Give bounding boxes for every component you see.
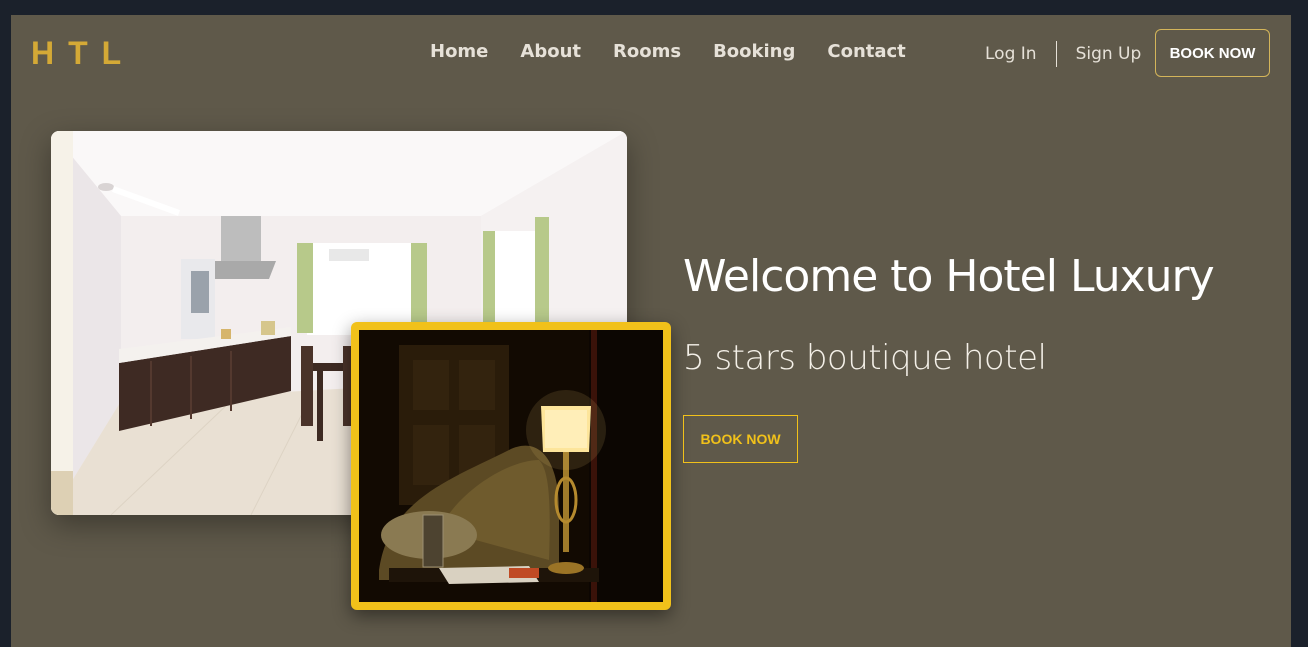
nav-link-booking[interactable]: Booking [713, 41, 795, 62]
book-now-nav-button[interactable]: BOOK NOW [1155, 29, 1270, 77]
book-now-hero-button[interactable]: BOOK NOW [683, 415, 798, 463]
nav-link-about[interactable]: About [520, 41, 581, 62]
signup-link[interactable]: Sign Up [1076, 44, 1142, 64]
logo[interactable]: HTL [31, 35, 135, 72]
bedroom-illustration [359, 330, 663, 602]
nav-link-contact[interactable]: Contact [827, 41, 905, 62]
nav-link-home[interactable]: Home [430, 41, 488, 62]
hero-subtitle: 5 stars boutique hotel [683, 338, 1047, 378]
hero-title: Welcome to Hotel Luxury [683, 251, 1215, 302]
main-nav: Home About Rooms Booking Contact [430, 41, 906, 62]
login-link[interactable]: Log In [985, 44, 1037, 64]
nav-link-rooms[interactable]: Rooms [613, 41, 681, 62]
auth-divider [1055, 41, 1057, 67]
bedroom-lamp-photo [351, 322, 671, 610]
page: HTL Home About Rooms Booking Contact Log… [11, 15, 1291, 647]
auth-links: Log In Sign Up [985, 41, 1141, 67]
